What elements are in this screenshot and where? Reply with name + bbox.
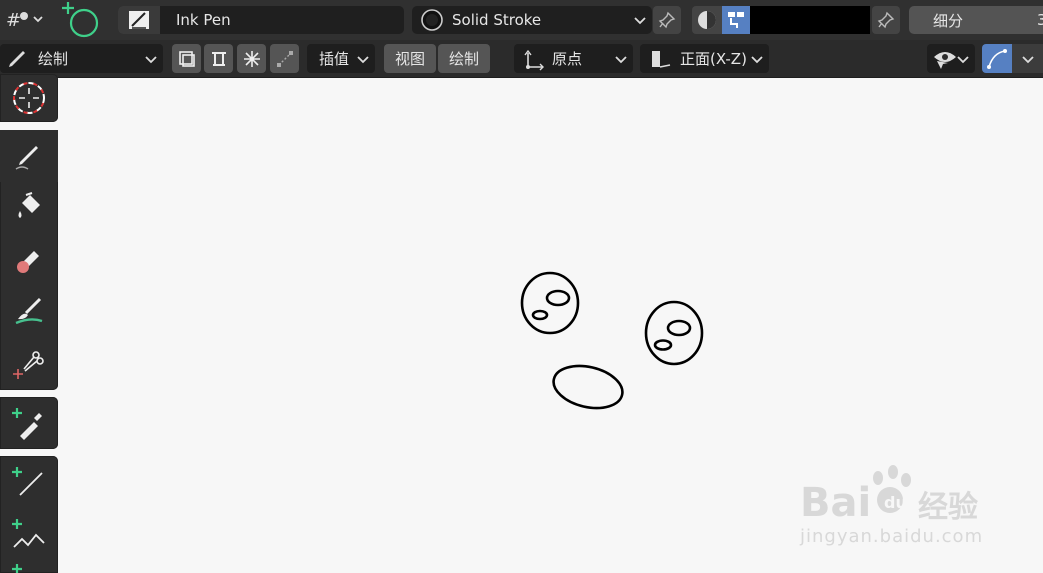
watermark-url: jingyan.baidu.com	[800, 526, 984, 547]
stroke-eye-left-1	[545, 289, 571, 307]
svg-text:Bai: Bai	[800, 480, 871, 522]
stroke-eye-right-2	[653, 339, 673, 351]
stroke-eye-right-1	[666, 319, 692, 337]
stroke-eye-left-2	[531, 309, 549, 321]
baidu-watermark: Bai du 经验 jingyan.baidu.com	[800, 462, 1000, 562]
stroke-mouth	[552, 364, 624, 410]
watermark-brand-cn: 经验	[918, 490, 978, 525]
svg-text:du: du	[884, 493, 907, 512]
